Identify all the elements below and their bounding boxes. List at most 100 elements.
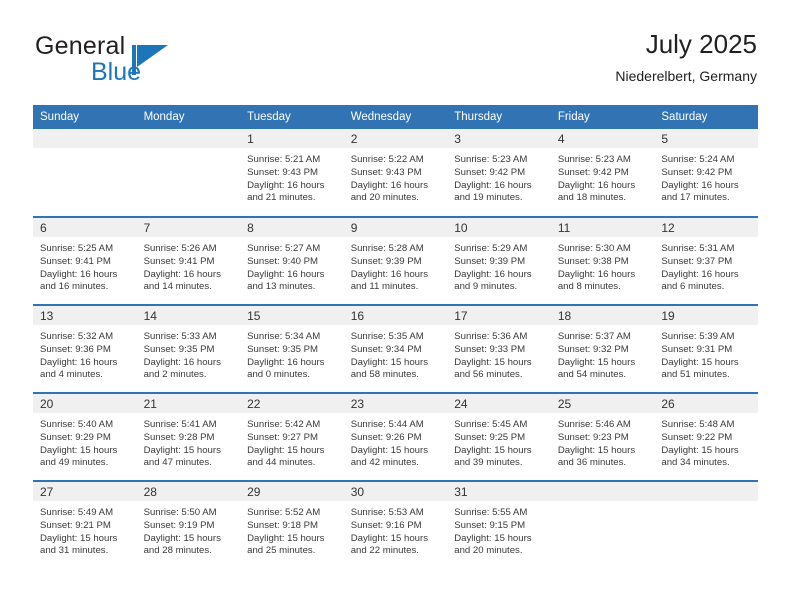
sunrise-line: Sunrise: 5:50 AM [143, 507, 217, 518]
sunrise-line: Sunrise: 5:45 AM [454, 419, 528, 430]
daylight-line-2: and 14 minutes. [143, 281, 212, 293]
day-detail-text: Sunrise: 5:42 AM Sunset: 9:27 PM Daylight:… [240, 413, 344, 470]
daylight-line-1: Daylight: 15 hours [661, 444, 739, 456]
calendar-day-cell[interactable]: 3 Sunrise: 5:23 AM Sunset: 9:42 PM Daylight… [447, 129, 551, 217]
calendar-week-row: 13 Sunrise: 5:32 AM Sunset: 9:36 PM Dayligh… [33, 304, 758, 393]
calendar-day-cell[interactable]: 13 Sunrise: 5:32 AM Sunset: 9:36 PM Dayligh… [33, 304, 137, 393]
calendar-week-row: 1 Sunrise: 5:21 AM Sunset: 9:43 PM Daylight… [33, 129, 758, 217]
logo-triangle-shape [137, 45, 168, 67]
calendar-day-cell[interactable]: 24 Sunrise: 5:45 AM Sunset: 9:25 PM Dayligh… [447, 392, 551, 481]
calendar-day-cell[interactable]: 30 Sunrise: 5:53 AM Sunset: 9:16 PM Dayligh… [343, 480, 448, 569]
sunrise-line: Sunrise: 5:55 AM [454, 507, 528, 518]
day-number: 17 [447, 306, 551, 325]
calendar-day-cell[interactable]: 5 Sunrise: 5:24 AM Sunset: 9:42 PM Daylight… [654, 129, 758, 217]
calendar-day-cell[interactable]: 6 Sunrise: 5:25 AM Sunset: 9:41 PM Daylight… [33, 216, 137, 305]
calendar-day-cell[interactable]: 28 Sunrise: 5:50 AM Sunset: 9:19 PM Dayligh… [136, 480, 241, 569]
calendar-day-cell[interactable]: 11 Sunrise: 5:30 AM Sunset: 9:38 PM Dayligh… [550, 216, 655, 305]
daylight-line-1: Daylight: 15 hours [350, 532, 429, 544]
weekday-header-tuesday: Tuesday [240, 105, 344, 129]
day-number [136, 129, 241, 148]
calendar-day-cell[interactable]: 22 Sunrise: 5:42 AM Sunset: 9:27 PM Dayligh… [240, 392, 344, 481]
calendar-day-cell[interactable]: 26 Sunrise: 5:48 AM Sunset: 9:22 PM Dayligh… [654, 392, 758, 481]
sunset-line: Sunset: 9:35 PM [247, 343, 319, 355]
calendar-day-cell[interactable]: 14 Sunrise: 5:33 AM Sunset: 9:35 PM Dayligh… [136, 304, 241, 393]
calendar-day-cell[interactable]: 2 Sunrise: 5:22 AM Sunset: 9:43 PM Daylight… [343, 129, 448, 217]
sunrise-line: Sunrise: 5:40 AM [40, 419, 114, 430]
daylight-line-2: and 8 minutes. [557, 281, 621, 293]
daylight-line-1: Daylight: 16 hours [247, 268, 325, 280]
daylight-line-2: and 4 minutes. [40, 369, 103, 381]
day-number: 8 [240, 218, 344, 237]
day-detail-text: Sunrise: 5:30 AM Sunset: 9:38 PM Daylight:… [551, 237, 655, 294]
calendar-day-cell[interactable]: 1 Sunrise: 5:21 AM Sunset: 9:43 PM Daylight… [240, 129, 344, 217]
sunset-line: Sunset: 9:22 PM [661, 431, 733, 443]
daylight-line-1: Daylight: 16 hours [454, 268, 532, 280]
weekday-header-friday: Friday [550, 105, 655, 129]
calendar-day-cell[interactable]: 8 Sunrise: 5:27 AM Sunset: 9:40 PM Daylight… [240, 216, 344, 305]
daylight-line-1: Daylight: 15 hours [40, 444, 118, 456]
title-block: July 2025 Niederelbert, Germany [615, 28, 757, 86]
page-subtitle-location: Niederelbert, Germany [615, 68, 757, 84]
sunset-line: Sunset: 9:28 PM [143, 431, 215, 443]
sunrise-line: Sunrise: 5:23 AM [454, 154, 528, 165]
day-number: 1 [240, 129, 344, 148]
day-number: 4 [550, 129, 655, 148]
daylight-line-1: Daylight: 15 hours [661, 356, 739, 368]
daylight-line-1: Daylight: 16 hours [143, 268, 221, 280]
calendar-day-cell[interactable]: 21 Sunrise: 5:41 AM Sunset: 9:28 PM Dayligh… [136, 392, 241, 481]
calendar-day-cell[interactable]: 19 Sunrise: 5:39 AM Sunset: 9:31 PM Dayligh… [654, 304, 758, 393]
calendar-day-cell[interactable]: 4 Sunrise: 5:23 AM Sunset: 9:42 PM Daylight… [550, 129, 655, 217]
sunset-line: Sunset: 9:34 PM [350, 343, 422, 355]
day-number: 23 [343, 394, 448, 413]
day-number: 5 [654, 129, 758, 148]
sunrise-line: Sunrise: 5:46 AM [557, 419, 631, 430]
sunrise-line: Sunrise: 5:33 AM [143, 331, 217, 342]
calendar-day-cell[interactable]: 17 Sunrise: 5:36 AM Sunset: 9:33 PM Dayligh… [447, 304, 551, 393]
sunrise-line: Sunrise: 5:31 AM [661, 243, 735, 254]
sunset-line: Sunset: 9:39 PM [350, 255, 422, 267]
sunrise-line: Sunrise: 5:27 AM [247, 243, 321, 254]
daylight-line-1: Daylight: 16 hours [247, 179, 325, 191]
day-number: 22 [240, 394, 344, 413]
sunset-line: Sunset: 9:23 PM [557, 431, 629, 443]
sunset-line: Sunset: 9:42 PM [454, 166, 526, 178]
day-detail-text: Sunrise: 5:35 AM Sunset: 9:34 PM Daylight:… [344, 325, 448, 382]
calendar-day-cell[interactable]: 29 Sunrise: 5:52 AM Sunset: 9:18 PM Dayligh… [240, 480, 344, 569]
day-number: 21 [136, 394, 241, 413]
daylight-line-1: Daylight: 16 hours [557, 268, 636, 280]
day-detail-text: Sunrise: 5:40 AM Sunset: 9:29 PM Daylight:… [33, 413, 137, 470]
day-detail-text: Sunrise: 5:34 AM Sunset: 9:35 PM Daylight:… [240, 325, 344, 382]
calendar-day-cell-empty [136, 129, 241, 217]
calendar-day-cell[interactable]: 15 Sunrise: 5:34 AM Sunset: 9:35 PM Dayligh… [240, 304, 344, 393]
calendar-day-cell[interactable]: 12 Sunrise: 5:31 AM Sunset: 9:37 PM Dayligh… [654, 216, 758, 305]
day-detail-text: Sunrise: 5:28 AM Sunset: 9:39 PM Daylight:… [344, 237, 448, 294]
daylight-line-1: Daylight: 16 hours [40, 268, 118, 280]
sunrise-line: Sunrise: 5:28 AM [350, 243, 424, 254]
sunrise-line: Sunrise: 5:22 AM [350, 154, 424, 165]
calendar-day-cell[interactable]: 20 Sunrise: 5:40 AM Sunset: 9:29 PM Dayligh… [33, 392, 137, 481]
day-number: 25 [550, 394, 655, 413]
calendar-day-cell[interactable]: 18 Sunrise: 5:37 AM Sunset: 9:32 PM Dayligh… [550, 304, 655, 393]
daylight-line-2: and 28 minutes. [143, 545, 212, 557]
calendar-day-cell[interactable]: 23 Sunrise: 5:44 AM Sunset: 9:26 PM Dayligh… [343, 392, 448, 481]
calendar-day-cell[interactable]: 7 Sunrise: 5:26 AM Sunset: 9:41 PM Daylight… [136, 216, 241, 305]
daylight-line-2: and 11 minutes. [350, 281, 419, 293]
calendar-day-cell[interactable]: 25 Sunrise: 5:46 AM Sunset: 9:23 PM Dayligh… [550, 392, 655, 481]
calendar-day-cell[interactable]: 10 Sunrise: 5:29 AM Sunset: 9:39 PM Dayligh… [447, 216, 551, 305]
calendar-day-cell[interactable]: 27 Sunrise: 5:49 AM Sunset: 9:21 PM Dayligh… [33, 480, 137, 569]
day-detail-text: Sunrise: 5:36 AM Sunset: 9:33 PM Daylight:… [447, 325, 551, 382]
calendar-day-cell-empty [33, 129, 137, 217]
page-header: General Blue July 2025 Niederelbert, Ger… [35, 28, 757, 98]
calendar-day-cell[interactable]: 16 Sunrise: 5:35 AM Sunset: 9:34 PM Dayligh… [343, 304, 448, 393]
sunset-line: Sunset: 9:40 PM [247, 255, 319, 267]
calendar-day-cell[interactable]: 9 Sunrise: 5:28 AM Sunset: 9:39 PM Daylight… [343, 216, 448, 305]
blue-flag-triangle-icon [132, 45, 168, 75]
day-number: 28 [136, 482, 241, 501]
general-blue-logo[interactable]: General Blue [35, 32, 265, 90]
daylight-line-1: Daylight: 15 hours [454, 356, 532, 368]
daylight-line-2: and 54 minutes. [557, 369, 627, 381]
calendar-day-cell[interactable]: 31 Sunrise: 5:55 AM Sunset: 9:15 PM Dayligh… [447, 480, 551, 569]
day-number: 24 [447, 394, 551, 413]
daylight-line-2: and 21 minutes. [247, 192, 316, 204]
daylight-line-1: Daylight: 16 hours [454, 179, 532, 191]
